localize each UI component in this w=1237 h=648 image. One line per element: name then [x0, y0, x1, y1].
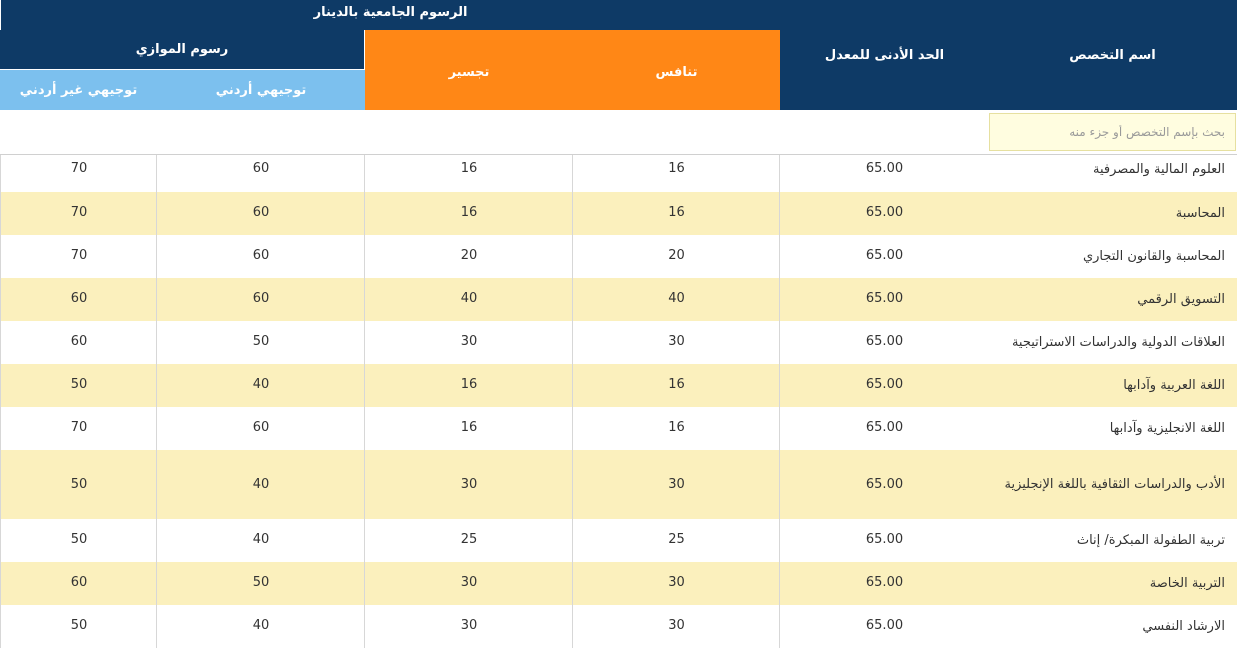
- header-major-name: اسم التخصص: [988, 0, 1237, 110]
- cell-major-name: المحاسبة: [1175, 206, 1225, 221]
- cell-competition: 16: [572, 192, 780, 235]
- cell-competition: 30: [572, 605, 780, 648]
- cell-competition: 16: [572, 407, 780, 450]
- header-tawjihi-jordanian: توجيهي أردني: [156, 70, 365, 110]
- cell-competition: 40: [572, 278, 780, 321]
- cell-competition: 30: [572, 450, 780, 519]
- cell-bridging: 30: [364, 450, 573, 519]
- table-row: العلوم المالية والمصرفية 65.00 16 16 60 70: [0, 155, 1237, 192]
- table-row: التسويق الرقمي 65.00 40 40 60 60: [0, 278, 1237, 321]
- cell-min-average: 65.00: [779, 364, 989, 407]
- cell-bridging: 30: [364, 321, 573, 364]
- header-competition: تنافس: [572, 30, 780, 110]
- cell-major-name: الارشاد النفسي: [1142, 619, 1225, 634]
- cell-major-name: تربية الطفولة المبكرة/ إناث: [1076, 533, 1225, 548]
- cell-tawjihi-non-jordanian: 70: [0, 155, 157, 192]
- cell-min-average: 65.00: [779, 407, 989, 450]
- cell-bridging: 16: [364, 192, 573, 235]
- header-parallel-fees: رسوم الموازي: [0, 30, 364, 70]
- cell-min-average: 65.00: [779, 321, 989, 364]
- table-row: المحاسبة والقانون التجاري 65.00 20 20 60 70: [0, 235, 1237, 278]
- cell-tawjihi-non-jordanian: 60: [0, 562, 157, 605]
- table-row: المحاسبة 65.00 16 16 60 70: [0, 192, 1237, 235]
- search-row: [0, 110, 1237, 155]
- header-university-fees: الرسوم الجامعية بالدينار: [0, 0, 780, 30]
- cell-major-name: التربية الخاصة: [1149, 576, 1225, 591]
- cell-tawjihi-jordanian: 60: [156, 278, 365, 321]
- cell-tawjihi-non-jordanian: 50: [0, 364, 157, 407]
- cell-tawjihi-non-jordanian: 50: [0, 605, 157, 648]
- cell-bridging: 16: [364, 155, 573, 192]
- cell-major-name: التسويق الرقمي: [1137, 292, 1225, 307]
- cell-tawjihi-non-jordanian: 70: [0, 407, 157, 450]
- cell-major-name: العلوم المالية والمصرفية: [1093, 162, 1225, 177]
- cell-tawjihi-jordanian: 40: [156, 605, 365, 648]
- cell-tawjihi-non-jordanian: 60: [0, 278, 157, 321]
- cell-major-name: المحاسبة والقانون التجاري: [1082, 249, 1225, 264]
- cell-competition: 16: [572, 155, 780, 192]
- table-row: تربية الطفولة المبكرة/ إناث 65.00 25 25 40 50: [0, 519, 1237, 562]
- cell-min-average: 65.00: [779, 519, 989, 562]
- cell-major-name: اللغة العربية وآدابها: [1123, 378, 1225, 393]
- header-min-average: الحد الأدنى للمعدل: [779, 0, 989, 110]
- table-row: العلاقات الدولية والدراسات الاستراتيجية 6…: [0, 321, 1237, 364]
- cell-competition: 30: [572, 562, 780, 605]
- table-row: الارشاد النفسي 65.00 30 30 40 50: [0, 605, 1237, 648]
- cell-bridging: 40: [364, 278, 573, 321]
- cell-tawjihi-non-jordanian: 70: [0, 235, 157, 278]
- cell-competition: 30: [572, 321, 780, 364]
- cell-tawjihi-non-jordanian: 50: [0, 519, 157, 562]
- cell-min-average: 65.00: [779, 278, 989, 321]
- cell-min-average: 65.00: [779, 235, 989, 278]
- cell-competition: 25: [572, 519, 780, 562]
- fees-table: اسم التخصص الحد الأدنى للمعدل الرسوم الج…: [0, 0, 1237, 648]
- cell-min-average: 65.00: [779, 450, 989, 519]
- cell-tawjihi-jordanian: 40: [156, 519, 365, 562]
- cell-min-average: 65.00: [779, 562, 989, 605]
- cell-bridging: 30: [364, 562, 573, 605]
- cell-bridging: 30: [364, 605, 573, 648]
- cell-bridging: 16: [364, 364, 573, 407]
- cell-min-average: 65.00: [779, 605, 989, 648]
- cell-tawjihi-jordanian: 50: [156, 562, 365, 605]
- cell-major-name: الأدب والدراسات الثقافية باللغة الإنجليز…: [1004, 476, 1226, 492]
- cell-tawjihi-non-jordanian: 50: [0, 450, 157, 519]
- cell-tawjihi-jordanian: 40: [156, 364, 365, 407]
- header-tawjihi-non-jordanian: توجيهي غير أردني: [0, 70, 157, 110]
- cell-min-average: 65.00: [779, 155, 989, 192]
- table-row: اللغة العربية وآدابها 65.00 16 16 40 50: [0, 364, 1237, 407]
- cell-bridging: 16: [364, 407, 573, 450]
- cell-bridging: 20: [364, 235, 573, 278]
- cell-tawjihi-jordanian: 60: [156, 407, 365, 450]
- cell-tawjihi-jordanian: 60: [156, 155, 365, 192]
- table-row: الأدب والدراسات الثقافية باللغة الإنجليز…: [0, 450, 1237, 519]
- cell-major-name: العلاقات الدولية والدراسات الاستراتيجية: [1011, 335, 1225, 350]
- cell-tawjihi-jordanian: 60: [156, 235, 365, 278]
- table-row: اللغة الانجليزية وآدابها 65.00 16 16 60 70: [0, 407, 1237, 450]
- cell-tawjihi-non-jordanian: 60: [0, 321, 157, 364]
- cell-competition: 20: [572, 235, 780, 278]
- cell-tawjihi-jordanian: 40: [156, 450, 365, 519]
- header-bridging: تجسير: [364, 30, 573, 110]
- cell-major-name: اللغة الانجليزية وآدابها: [1109, 421, 1225, 436]
- cell-tawjihi-jordanian: 50: [156, 321, 365, 364]
- cell-bridging: 25: [364, 519, 573, 562]
- cell-tawjihi-jordanian: 60: [156, 192, 365, 235]
- cell-min-average: 65.00: [779, 192, 989, 235]
- table-row: التربية الخاصة 65.00 30 30 50 60: [0, 562, 1237, 605]
- cell-competition: 16: [572, 364, 780, 407]
- cell-tawjihi-non-jordanian: 70: [0, 192, 157, 235]
- search-input[interactable]: [989, 113, 1236, 151]
